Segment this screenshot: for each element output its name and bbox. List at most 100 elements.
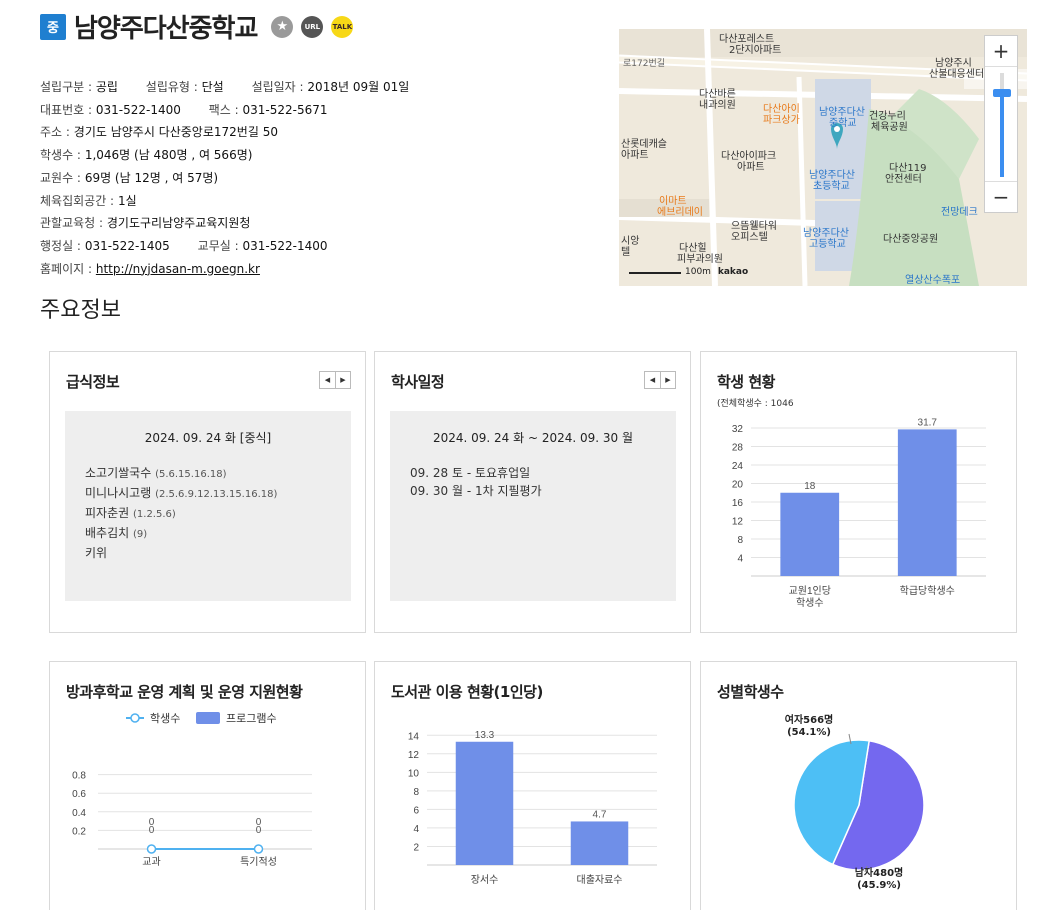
map-label: 다산119 — [889, 163, 927, 174]
data-label: 4.7 — [593, 809, 607, 820]
map-label: 다산바른 — [699, 89, 736, 100]
x-tick-label: 학급당학생수 — [900, 585, 955, 597]
map-label: 텔 — [621, 247, 631, 258]
meal-card-title: 급식정보 — [66, 373, 120, 391]
y-tick-label: 14 — [408, 731, 420, 742]
menu-item: 소고기쌀국수 (5.6.15.16.18) — [85, 466, 227, 480]
map-label: 파크상가 — [763, 115, 800, 126]
data-label: 0 — [256, 817, 262, 828]
bar — [897, 429, 957, 576]
y-tick-label: 4 — [413, 824, 419, 835]
y-tick-label: 8 — [737, 535, 743, 546]
gender-pie-chart: 여자566명(54.1%) 남자480명(45.9%) — [785, 713, 925, 891]
info-row-office: 관할교육청 : 경기도구리남양주교육지원청 — [40, 216, 251, 231]
next-arrow-icon[interactable]: ▶ — [335, 372, 350, 388]
info-row-contacts: 행정실 : 031-522-1405 교무실 : 031-522-1400 — [40, 238, 328, 253]
meal-card: 급식정보 ◀ ▶ 2024. 09. 24 화 [중식] 소고기쌀국수 (5.6.… — [49, 351, 366, 633]
data-point — [146, 844, 157, 854]
map-label: 남양주다산 — [819, 107, 865, 118]
map-label: 다산포레스트 — [719, 34, 775, 45]
y-tick-label: 0.8 — [72, 771, 86, 782]
data-label: 0 — [149, 817, 155, 828]
afterschool-line-chart: 학생수 프로그램수0.20.40.60.800교과00특기적성 — [72, 712, 312, 868]
kakaotalk-share-button[interactable]: TALK — [331, 15, 354, 38]
pie-percent: (45.9%) — [857, 880, 901, 891]
map-label: 다산힐 — [679, 243, 707, 254]
school-level-badge: 중 — [40, 13, 66, 40]
next-arrow-icon[interactable]: ▶ — [660, 372, 675, 388]
zoom-out-button[interactable]: − — [985, 182, 1017, 212]
map-label: 로172번길 — [623, 59, 666, 69]
x-tick-label: 교원1인당 — [789, 585, 831, 597]
y-tick-label: 28 — [732, 443, 744, 454]
school-name: 남양주다산중학교 — [74, 14, 258, 44]
x-tick-label: 대출자료수 — [577, 874, 623, 886]
library-card: 도서관 이용 현황(1인당) 2 4 6 8 10 12 14 13.3 장서수 4.7 대출자료수 — [374, 661, 691, 910]
school-header: 중 남양주다산중학교 ★ URL TALK — [40, 8, 354, 45]
map-label: 남양주다산 — [803, 228, 849, 239]
y-tick-label: 2 — [413, 842, 419, 853]
zoom-in-button[interactable]: + — [985, 36, 1017, 66]
y-tick-label: 6 — [413, 805, 419, 816]
info-row-address: 주소 : 경기도 남양주시 다산중앙로172번길 50 — [40, 125, 278, 140]
star-icon[interactable]: ★ — [271, 15, 294, 38]
map-label: 이마트 — [659, 196, 687, 207]
x-tick-label: 학생수 — [796, 597, 824, 609]
y-tick-label: 16 — [732, 498, 744, 509]
map-label: 초등학교 — [813, 181, 850, 192]
map-label: 산롯데캐슬 — [621, 139, 667, 150]
info-row-teachers: 교원수 : 69명 (남 12명 , 여 57명) — [40, 170, 219, 185]
y-tick-label: 0.2 — [72, 826, 86, 837]
map-label: 다산아이파크 — [721, 151, 777, 162]
map-label: 내과의원 — [699, 100, 736, 111]
section-title: 주요정보 — [40, 298, 121, 323]
map-label: 아파트 — [621, 150, 649, 161]
schedule-card: 학사일정 ◀ ▶ 2024. 09. 24 화 ~ 2024. 09. 30 월 … — [374, 351, 691, 633]
meal-nav: ◀ ▶ — [319, 371, 351, 389]
prev-arrow-icon[interactable]: ◀ — [320, 372, 335, 388]
y-tick-label: 4 — [737, 554, 743, 565]
y-tick-label: 32 — [732, 424, 744, 435]
map-label: 시앙 — [621, 236, 640, 247]
schedule-item: 09. 30 월 - 1차 지필평가 — [410, 484, 542, 498]
student-status-card: 학생 현황 (전체학생수 : 1046 4 8 12 16 20 24 28 32 18 교원1인… — [700, 351, 1017, 633]
pie-percent: (54.1%) — [787, 727, 831, 738]
y-tick-label: 24 — [732, 461, 744, 472]
prev-arrow-icon[interactable]: ◀ — [645, 372, 660, 388]
map-zoom-control[interactable]: + − — [984, 35, 1018, 213]
map-label: 체육공원 — [871, 122, 908, 133]
zoom-slider-handle[interactable] — [993, 89, 1011, 97]
location-map[interactable]: 다산포레스트 2단지아파트 로172번길 남양주시 산불대응센터 다산바른 내과… — [619, 29, 1027, 286]
afterschool-card: 방과후학교 운영 계획 및 운영 지원현황 학생수 프로그램수 0.2 0.4 0.6 0… — [49, 661, 366, 910]
url-button[interactable]: URL — [301, 15, 324, 38]
info-row-phone: 대표번호 : 031-522-1400 팩스 : 031-522-5671 — [40, 102, 328, 117]
meal-date: 2024. 09. 24 화 [중식] — [144, 431, 272, 445]
map-label: 2단지아파트 — [729, 45, 782, 56]
x-tick-label: 특기적성 — [240, 856, 277, 868]
schedule-card-title: 학사일정 — [391, 373, 445, 391]
map-label: 열상산수폭포 — [905, 275, 961, 286]
map-label: 남양주다산 — [809, 170, 855, 181]
data-label: 13.3 — [475, 730, 495, 741]
menu-item: 피자춘권 (1.2.5.6) — [85, 506, 176, 520]
y-tick-label: 0.6 — [72, 789, 86, 800]
homepage-link[interactable]: http://nyjdasan-m.goegn.kr — [96, 262, 260, 276]
map-label: 다산중앙공원 — [883, 234, 939, 245]
x-tick-label: 장서수 — [471, 874, 499, 886]
map-label: 고등학교 — [809, 239, 846, 250]
menu-item: 배추김치 (9) — [85, 526, 148, 540]
schedule-range: 2024. 09. 24 화 ~ 2024. 09. 30 월 — [432, 431, 634, 445]
info-row-foundation: 설립구분 : 공립 설립유형 : 단설 설립일자 : 2018년 09월 01일 — [40, 80, 410, 94]
meal-box: 2024. 09. 24 화 [중식] 소고기쌀국수 (5.6.15.16.18… — [65, 411, 351, 601]
student-bar-chart: 4 8 12 16 20 24 28 32 18 교원1인당학생수 31.7 학급당학생수 — [732, 417, 986, 609]
y-tick-label: 12 — [732, 517, 744, 528]
info-row-gym: 체육집회공간 : 1실 — [40, 193, 137, 208]
info-row-homepage: 홈페이지 : http://nyjdasan-m.goegn.kr — [40, 261, 260, 276]
y-tick-label: 20 — [732, 480, 744, 491]
zoom-slider[interactable] — [985, 66, 1017, 182]
gender-card: 성별학생수 여자566명 (54.1%) 남자480명 (45.9%) — [700, 661, 1017, 910]
data-label: 31.7 — [918, 417, 938, 428]
schedule-list: 09. 28 토 - 토요휴업일 09. 30 월 - 1차 지필평가 — [410, 464, 676, 500]
schedule-nav: ◀ ▶ — [644, 371, 676, 389]
library-bar-chart: 2 4 6 8 10 12 14 13.3 장서수 4.7 대출자료수 — [408, 730, 657, 886]
